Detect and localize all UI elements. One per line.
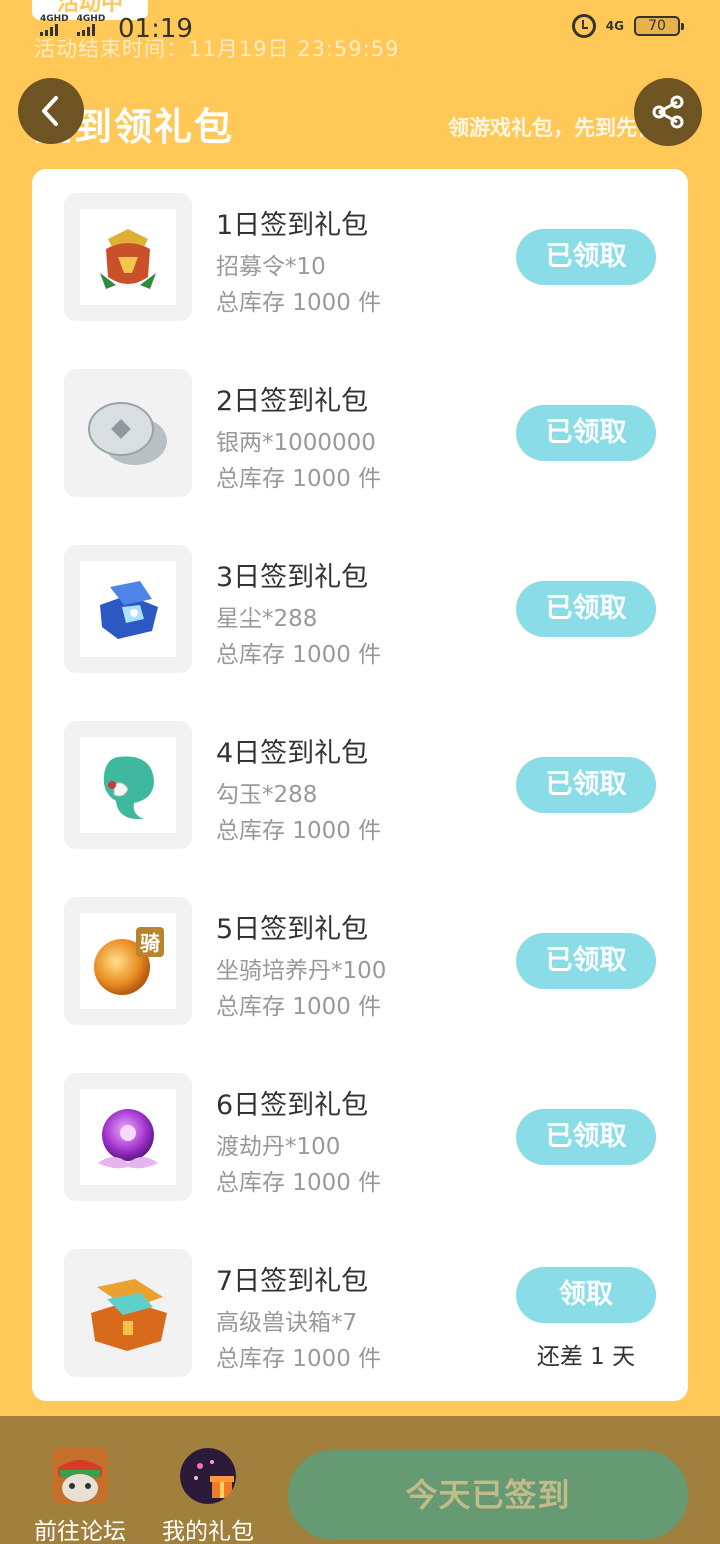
gift-title: 7日签到礼包 [216, 1266, 369, 1297]
jade-icon [103, 756, 154, 820]
gift-title: 3日签到礼包 [216, 562, 369, 593]
gift-stock: 总库存 1000 件 [216, 466, 382, 492]
network-icon: 4G [605, 19, 624, 33]
claimed-button[interactable]: 已领取 [516, 405, 656, 461]
gift-stock: 总库存 1000 件 [216, 818, 382, 844]
gift-title: 1日签到礼包 [216, 210, 369, 241]
claimed-button[interactable]: 已领取 [516, 581, 656, 637]
bottom-bar: 前往论坛 我的礼包 今天已签到 [0, 1416, 720, 1544]
gift-reward: 星尘*288 [216, 606, 318, 632]
battery-icon: 70 [634, 16, 684, 36]
gift-title: 5日签到礼包 [216, 914, 369, 945]
gift-thumbnail [64, 193, 192, 321]
alarm-icon [571, 14, 596, 38]
list-item: 7日签到礼包 高级兽诀箱*7 总库存 1000 件 领取 还差 1 天 [32, 1225, 688, 1377]
back-button[interactable] [18, 78, 84, 144]
my-gifts-button[interactable]: 我的礼包 [153, 1448, 263, 1544]
gift-stock: 总库存 1000 件 [216, 994, 382, 1020]
gift-title: 2日签到礼包 [216, 386, 369, 417]
list-item: 6日签到礼包 渡劫丹*100 总库存 1000 件 已领取 [32, 1049, 688, 1201]
gift-reward: 渡劫丹*100 [216, 1134, 341, 1160]
claim-button[interactable]: 领取 [516, 1267, 656, 1323]
forum-label: 前往论坛 [34, 1519, 126, 1544]
status-icons: 4G 70 [571, 14, 684, 38]
list-item: 3日签到礼包 星尘*288 总库存 1000 件 已领取 [32, 521, 688, 673]
claimed-button[interactable]: 已领取 [516, 1109, 656, 1165]
gift-thumbnail: 骑 [64, 897, 192, 1025]
gift-reward: 银两*1000000 [216, 430, 376, 456]
gift-reward: 坐骑培养丹*100 [216, 958, 387, 984]
gift-thumbnail [64, 1249, 192, 1377]
gift-thumbnail [64, 369, 192, 497]
gift-title: 6日签到礼包 [216, 1090, 369, 1121]
gift-thumbnail [64, 545, 192, 673]
chevron-left-icon [42, 96, 58, 126]
claimed-button[interactable]: 已领取 [516, 229, 656, 285]
gift-stock: 总库存 1000 件 [216, 642, 382, 668]
treasure-chest-icon [91, 1279, 167, 1351]
forum-avatar-icon [52, 1448, 108, 1504]
gift-title: 4日签到礼包 [216, 738, 369, 769]
gift-reward: 招募令*10 [216, 254, 326, 280]
days-remaining: 还差 1 天 [536, 1344, 636, 1370]
stardust-box-icon [100, 581, 158, 639]
svg-text:骑: 骑 [140, 931, 160, 955]
share-icon [652, 95, 684, 129]
gift-thumbnail [64, 721, 192, 849]
gift-reward: 高级兽诀箱*7 [216, 1310, 358, 1336]
gift-reward: 勾玉*288 [216, 782, 318, 808]
list-item: 4日签到礼包 勾玉*288 总库存 1000 件 已领取 [32, 697, 688, 849]
claimed-button[interactable]: 已领取 [516, 933, 656, 989]
gift-stock: 总库存 1000 件 [216, 1346, 382, 1372]
my-gifts-label: 我的礼包 [162, 1519, 254, 1544]
gift-thumbnail [64, 1073, 192, 1201]
forum-button[interactable]: 前往论坛 [25, 1448, 135, 1544]
silver-coins-icon [88, 402, 167, 465]
tribulation-pill-icon [98, 1109, 158, 1169]
mount-pill-icon: 骑 [94, 927, 164, 995]
list-item: 1日签到礼包 招募令*10 总库存 1000 件 已领取 [32, 169, 688, 321]
claimed-button[interactable]: 已领取 [516, 757, 656, 813]
gift-stock: 总库存 1000 件 [216, 290, 382, 316]
badge-icon [100, 229, 156, 289]
activity-end-time: 活动结束时间：11月19日 23:59:59 [34, 37, 400, 61]
checked-in-button[interactable]: 今天已签到 [288, 1450, 688, 1540]
share-button[interactable] [634, 78, 702, 146]
gift-list-card: 1日签到礼包 招募令*10 总库存 1000 件 已领取 2日签到礼包 银两*1… [32, 169, 688, 1401]
gift-stock: 总库存 1000 件 [216, 1170, 382, 1196]
list-item: 2日签到礼包 银两*1000000 总库存 1000 件 已领取 [32, 345, 688, 497]
list-item: 骑 5日签到礼包 坐骑培养丹*100 总库存 1000 件 已领取 [32, 873, 688, 1025]
gift-box-icon [180, 1448, 236, 1504]
